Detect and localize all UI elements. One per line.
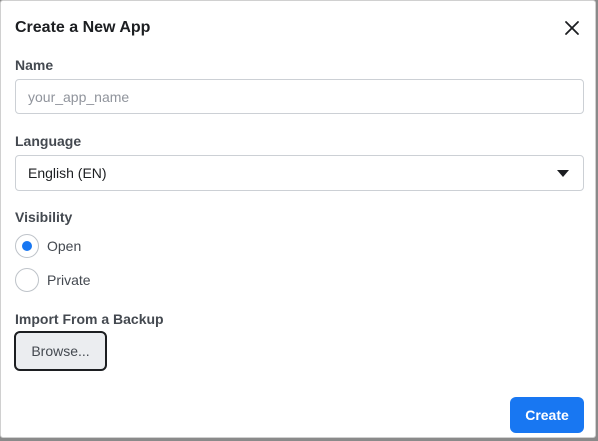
- dialog-title: Create a New App: [15, 19, 151, 36]
- import-label: Import From a Backup: [15, 311, 164, 327]
- create-app-dialog: Create a New App Name Language English (…: [0, 0, 596, 438]
- radio-label-open: Open: [47, 238, 82, 254]
- name-label: Name: [15, 57, 54, 73]
- language-label: Language: [15, 133, 82, 149]
- browse-button[interactable]: Browse...: [14, 331, 107, 371]
- radio-private[interactable]: [15, 268, 39, 292]
- language-selected-value: English (EN): [28, 165, 107, 181]
- radio-open[interactable]: [15, 234, 39, 258]
- visibility-label: Visibility: [15, 209, 73, 225]
- close-icon: [565, 21, 579, 35]
- radio-selected-dot: [22, 241, 32, 251]
- caret-down-icon: [557, 170, 569, 177]
- create-button[interactable]: Create: [510, 397, 584, 433]
- close-button[interactable]: [561, 17, 583, 39]
- radio-label-private: Private: [47, 272, 91, 288]
- app-name-input[interactable]: [15, 79, 584, 114]
- language-select[interactable]: English (EN): [15, 155, 584, 191]
